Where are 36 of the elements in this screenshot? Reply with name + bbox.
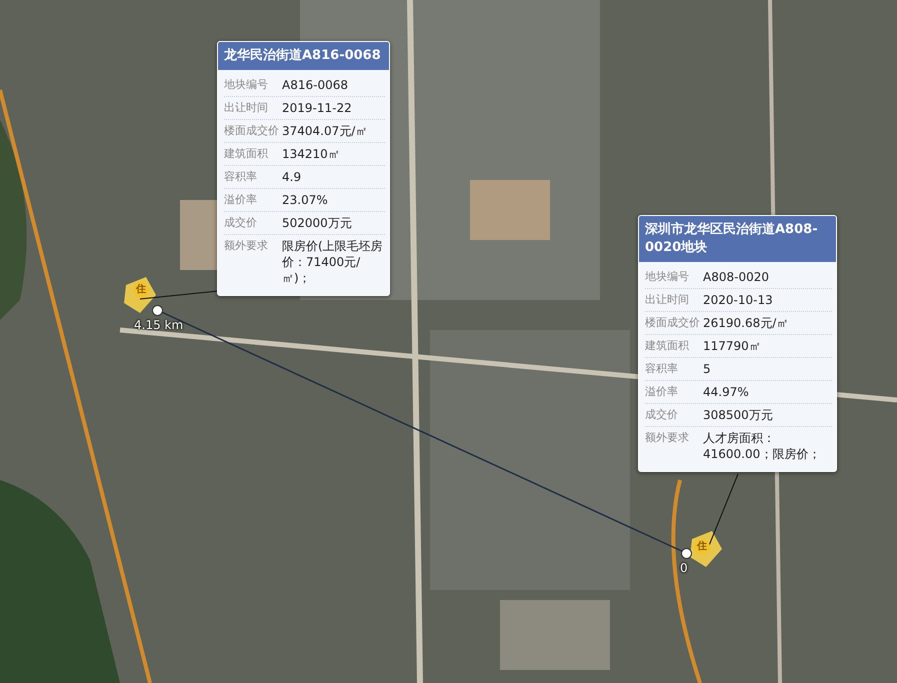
field-value: 37404.07元/㎡ [282, 123, 368, 139]
popup-title: 深圳市龙华区民治街道A808-0020地块 [639, 216, 836, 262]
field-value: 23.07% [282, 192, 329, 208]
field-value: 502000万元 [282, 215, 353, 231]
field-value: 308500万元 [703, 407, 774, 423]
field-value: 2019-11-22 [282, 100, 353, 116]
field-label: 额外要求 [224, 238, 269, 254]
field-value: 4.9 [282, 169, 302, 185]
field-label: 楼面成交价 [224, 123, 280, 139]
field-label: 溢价率 [645, 384, 679, 400]
field-value: A816-0068 [282, 77, 349, 93]
field-value: 117790㎡ [703, 338, 762, 354]
field-label: 建筑面积 [224, 146, 269, 162]
field-label: 地块编号 [645, 269, 690, 285]
field-value: 134210㎡ [282, 146, 341, 162]
field-label: 楼面成交价 [645, 315, 701, 331]
field-value: 人才房面积：41600.00；限房价； [703, 430, 822, 462]
field-value: 44.97% [703, 384, 750, 400]
distance-label: 4.15 km [134, 318, 184, 332]
field-label: 容积率 [645, 361, 679, 377]
field-value: A808-0020 [703, 269, 770, 285]
field-label: 成交价 [645, 407, 679, 423]
field-label: 溢价率 [224, 192, 258, 208]
field-value: 26190.68元/㎡ [703, 315, 790, 331]
distance-label: 0 [680, 561, 688, 575]
field-label: 地块编号 [224, 77, 269, 93]
field-label: 额外要求 [645, 430, 690, 446]
field-value: 2020-10-13 [703, 292, 774, 308]
field-label: 建筑面积 [645, 338, 690, 354]
popup-title: 龙华民治街道A816-0068 [218, 42, 389, 70]
field-label: 容积率 [224, 169, 258, 185]
field-label: 成交价 [224, 215, 258, 231]
field-value: 5 [703, 361, 712, 377]
field-label: 出让时间 [224, 100, 269, 116]
field-label: 出让时间 [645, 292, 690, 308]
field-value: 限房价(上限毛坯房价：71400元/㎡)； [282, 238, 384, 286]
